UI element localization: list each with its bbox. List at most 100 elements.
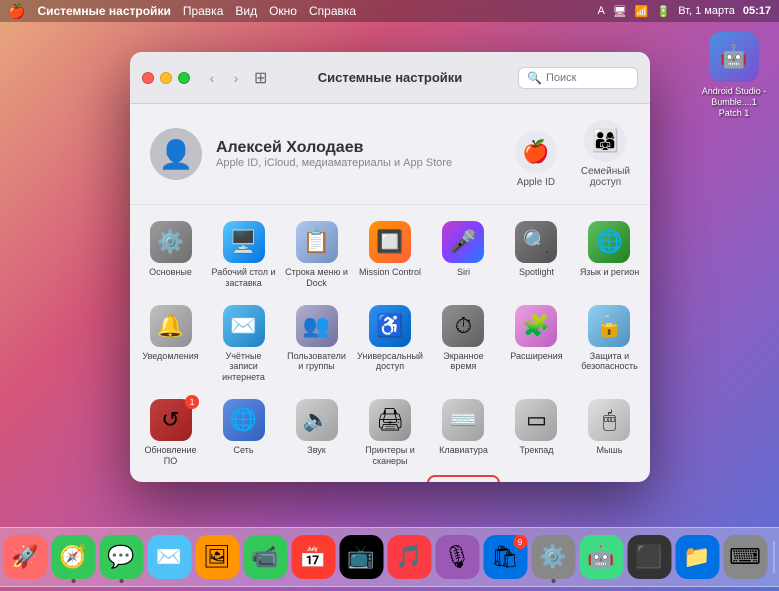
pref-item-network[interactable]: 🌐 Сеть: [207, 391, 280, 475]
dock-separator: [773, 541, 774, 573]
pref-item-battery[interactable]: 💡Экономия энергии: [280, 475, 353, 482]
dock-item-calendar[interactable]: 📅: [291, 535, 335, 579]
pref-item-trackpad[interactable]: ▭Трекпад: [500, 391, 573, 475]
dock-item-launchpad[interactable]: 🚀: [3, 535, 47, 579]
user-profile[interactable]: 👤 Алексей Холодаев Apple ID, iCloud, мед…: [130, 104, 650, 205]
grid-view-button[interactable]: ⊞: [254, 68, 267, 88]
pref-item-printers[interactable]: 🖨Принтеры и сканеры: [353, 391, 427, 475]
pref-icon-accessibility: ♿: [369, 305, 411, 347]
nav-arrows: ‹ ›: [202, 68, 246, 88]
dock-item-messages[interactable]: 💬: [99, 535, 143, 579]
dock-item-facetime[interactable]: 📹: [243, 535, 287, 579]
minimize-button[interactable]: [160, 72, 172, 84]
pref-item-sidecar[interactable]: 📱Sidecar: [207, 475, 280, 482]
pref-label-trackpad: Трекпад: [519, 445, 553, 456]
menu-time: 05:17: [743, 5, 771, 17]
pref-item-sound[interactable]: 🔊 Звук: [280, 391, 353, 475]
dock-item-keyboard2[interactable]: ⌨: [723, 535, 767, 579]
pref-item-siri[interactable]: 🎤 Siri: [427, 213, 500, 297]
search-input[interactable]: [546, 72, 629, 84]
pref-item-accessibility[interactable]: ♿ Универсальный доступ: [353, 297, 427, 391]
traffic-lights: [142, 72, 190, 84]
system-preferences-window: ‹ › ⊞ Системные настройки 🔍 👤 Алексей Хо…: [130, 52, 650, 482]
dock-item-music[interactable]: 🎵: [387, 535, 431, 579]
pref-icon-printers: 🖨: [369, 399, 411, 441]
pref-icon-security: 🔒: [588, 305, 630, 347]
pref-item-timemachine[interactable]: ⏰Time Machine: [500, 475, 573, 482]
pref-icon-mission: 🔲: [369, 221, 411, 263]
dock-item-tv[interactable]: 📺: [339, 535, 383, 579]
dock-item-appstore[interactable]: 🛍9: [483, 535, 527, 579]
pref-icon-internet: ✉️: [223, 305, 265, 347]
apple-menu[interactable]: 🍎: [8, 3, 25, 20]
pref-icon-language: 🌐: [588, 221, 630, 263]
back-button[interactable]: ‹: [202, 68, 222, 88]
menu-edit[interactable]: Правка: [183, 4, 224, 18]
pref-item-language[interactable]: 🌐 Язык и регион: [573, 213, 646, 297]
pref-icon-network: 🌐: [223, 399, 265, 441]
apple-id-button[interactable]: 🍎 Apple ID: [515, 131, 557, 188]
dock-item-safari[interactable]: 🧭: [51, 535, 95, 579]
search-bar[interactable]: 🔍: [518, 67, 638, 89]
pref-label-language: Язык и регион: [580, 267, 639, 278]
dock-item-mail[interactable]: ✉️: [147, 535, 191, 579]
dock-item-sysprefs[interactable]: ⚙️: [531, 535, 575, 579]
pref-label-extensions: Расширения: [510, 351, 562, 362]
dock: 🔵🚀🧭💬✉️🖼📹📅📺🎵🎙🛍9⚙️🤖⬛📁⌨🗑: [0, 527, 779, 587]
dock-item-android[interactable]: 🤖: [579, 535, 623, 579]
pref-item-users[interactable]: 👥Пользователи и группы: [280, 297, 353, 391]
menu-help[interactable]: Справка: [309, 4, 356, 18]
pref-icon-sound: 🔊: [296, 399, 338, 441]
pref-item-general[interactable]: ⚙️Основные: [134, 213, 207, 297]
pref-icon-extensions: 🧩: [515, 305, 557, 347]
pref-item-monitors[interactable]: 🖥Мониторы: [134, 475, 207, 482]
pref-item-dock[interactable]: 📋Строка меню и Dock: [280, 213, 353, 297]
menu-bar-left: 🍎 Системные настройки Правка Вид Окно Сп…: [8, 3, 356, 20]
pref-label-sound: Звук: [307, 445, 325, 456]
pref-label-mission: Mission Control: [359, 267, 421, 278]
menu-view[interactable]: Вид: [235, 4, 257, 18]
pref-icon-desktop: 🖥️: [223, 221, 265, 263]
pref-item-datetime[interactable]: 🗓Дата и время: [353, 475, 427, 482]
dock-item-podcast[interactable]: 🎙: [435, 535, 479, 579]
family-button[interactable]: 👨‍👩‍👧 Семейный доступ: [581, 120, 630, 188]
dock-item-terminal[interactable]: ⬛: [627, 535, 671, 579]
pref-item-desktop[interactable]: 🖥️Рабочий стол и заставка: [207, 213, 280, 297]
apple-id-label: Apple ID: [515, 177, 557, 188]
app-name[interactable]: Системные настройки: [37, 4, 170, 18]
pref-label-software: Обновление ПО: [138, 445, 203, 467]
desktop-icon-android-studio[interactable]: 🤖 Android Studio - Bumble....1 Patch 1: [699, 32, 769, 119]
pref-label-security: Защита и безопасность: [577, 351, 642, 373]
menu-window[interactable]: Окно: [269, 4, 297, 18]
android-studio-icon: 🤖: [709, 32, 759, 82]
pref-label-screentime: Экранное время: [431, 351, 496, 373]
maximize-button[interactable]: [178, 72, 190, 84]
pref-item-keyboard[interactable]: ⌨️Клавиатура: [427, 391, 500, 475]
menu-date: Вт, 1 марта: [678, 5, 735, 17]
pref-item-sharing[interactable]: 📡Общий доступ: [427, 475, 500, 482]
pref-item-extensions[interactable]: 🧩 Расширения: [500, 297, 573, 391]
pref-item-software[interactable]: 1↺Обновление ПО: [134, 391, 207, 475]
pref-item-screentime[interactable]: ⏱Экранное время: [427, 297, 500, 391]
pref-item-startup[interactable]: 💾Загрузочный диск: [573, 475, 646, 482]
close-button[interactable]: [142, 72, 154, 84]
android-studio-label: Android Studio - Bumble....1 Patch 1: [702, 86, 767, 118]
pref-label-siri: Siri: [457, 267, 470, 278]
pref-label-keyboard: Клавиатура: [439, 445, 488, 456]
forward-button[interactable]: ›: [226, 68, 246, 88]
profile-icons: 🍎 Apple ID 👨‍👩‍👧 Семейный доступ: [515, 120, 630, 188]
pref-icon-mouse: 🖱: [588, 399, 630, 441]
pref-item-security[interactable]: 🔒 Защита и безопасность: [573, 297, 646, 391]
dock-item-photos[interactable]: 🖼: [195, 535, 239, 579]
pref-item-notifications[interactable]: 🔔Уведомления: [134, 297, 207, 391]
pref-label-spotlight: Spotlight: [519, 267, 554, 278]
pref-label-general: Основные: [149, 267, 192, 278]
pref-item-mouse[interactable]: 🖱Мышь: [573, 391, 646, 475]
pref-label-accessibility: Универсальный доступ: [357, 351, 423, 373]
pref-icon-siri: 🎤: [442, 221, 484, 263]
pref-item-spotlight[interactable]: 🔍Spotlight: [500, 213, 573, 297]
pref-item-mission[interactable]: 🔲 Mission Control: [353, 213, 427, 297]
dock-item-files[interactable]: 📁: [675, 535, 719, 579]
pref-label-network: Сеть: [233, 445, 253, 456]
pref-item-internet[interactable]: ✉️Учётные записи интернета: [207, 297, 280, 391]
